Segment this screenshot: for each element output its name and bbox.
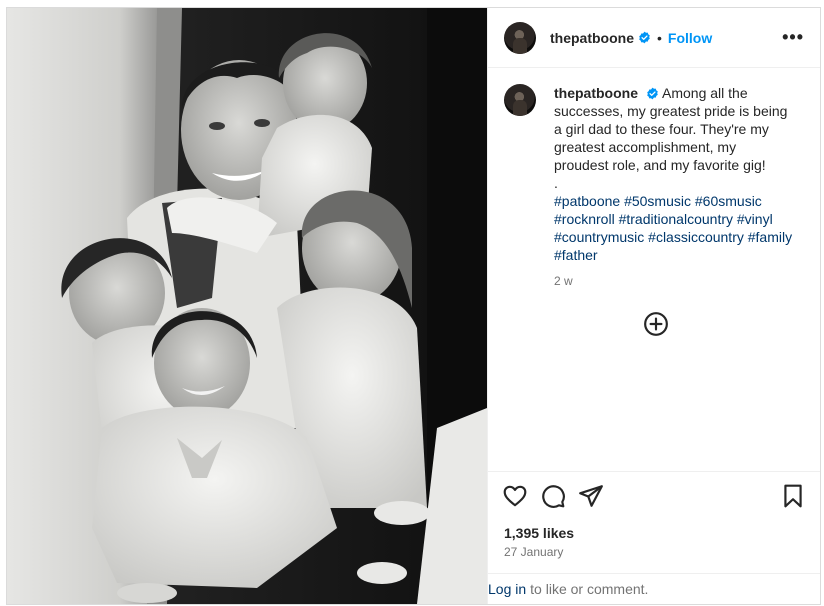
post-header: thepatboone • Follow ••• xyxy=(488,8,820,68)
follow-button[interactable]: Follow xyxy=(668,30,712,46)
post-date[interactable]: 27 January xyxy=(488,541,820,573)
caption-username[interactable]: thepatboone xyxy=(554,85,638,101)
bookmark-icon[interactable] xyxy=(780,483,806,509)
profile-avatar[interactable] xyxy=(504,21,536,54)
black-white-family-photo xyxy=(7,8,487,604)
share-icon[interactable] xyxy=(578,483,604,509)
verified-badge-icon xyxy=(639,31,650,44)
header-separator: • xyxy=(657,29,662,46)
login-link[interactable]: Log in xyxy=(488,581,526,597)
caption-avatar[interactable] xyxy=(504,84,536,116)
caption-relative-time[interactable]: 2 w xyxy=(554,272,794,290)
action-bar xyxy=(488,471,820,519)
add-circle-icon[interactable] xyxy=(643,311,669,337)
more-options-icon[interactable]: ••• xyxy=(782,27,804,48)
hashtag-link[interactable]: #countrymusic xyxy=(554,229,644,245)
hashtag-link[interactable]: #60smusic xyxy=(695,193,762,209)
hashtag-link[interactable]: #father xyxy=(554,247,598,263)
hashtag-link[interactable]: #family xyxy=(748,229,792,245)
verified-badge-icon xyxy=(647,87,658,100)
heart-icon[interactable] xyxy=(502,483,528,509)
login-prompt: Log in to like or comment. xyxy=(488,573,820,604)
post-sidebar: thepatboone • Follow ••• thepatboone Amo… xyxy=(487,8,820,604)
hashtag-link[interactable]: #classiccountry xyxy=(648,229,744,245)
comments-section: thepatboone Among all the successes, my … xyxy=(488,68,820,471)
login-prompt-text: to like or comment. xyxy=(530,581,649,597)
comment-icon[interactable] xyxy=(540,483,566,509)
hashtag-link[interactable]: #rocknroll xyxy=(554,211,615,227)
post-photo[interactable] xyxy=(7,8,487,604)
post-dialog: thepatboone • Follow ••• thepatboone Amo… xyxy=(6,7,821,605)
header-username[interactable]: thepatboone xyxy=(550,30,634,46)
hashtag-link[interactable]: #50smusic xyxy=(624,193,691,209)
caption-break: . xyxy=(554,175,558,191)
caption-row: thepatboone Among all the successes, my … xyxy=(504,84,804,290)
hashtag-link[interactable]: #vinyl xyxy=(737,211,773,227)
hashtag-link[interactable]: #patboone xyxy=(554,193,620,209)
hashtag-link[interactable]: #traditionalcountry xyxy=(619,211,733,227)
caption-text: thepatboone Among all the successes, my … xyxy=(554,84,794,290)
likes-count[interactable]: 1,395 likes xyxy=(488,519,820,541)
